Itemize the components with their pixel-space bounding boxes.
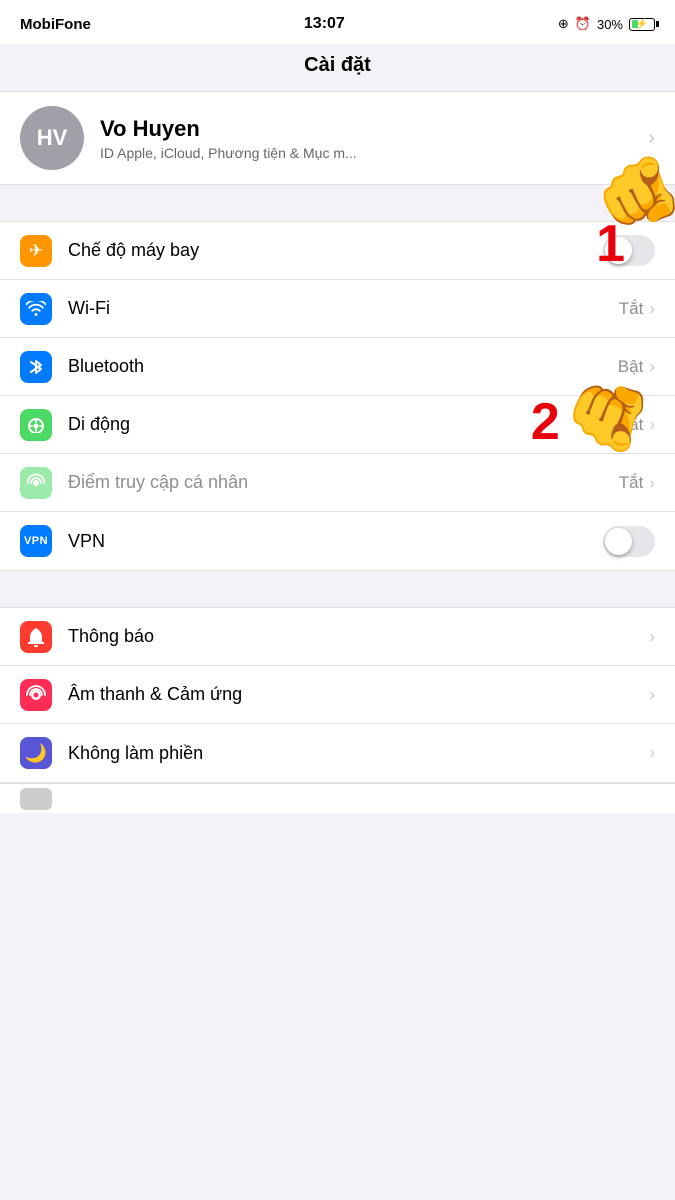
notifications-right: › (649, 627, 655, 647)
network-settings-group: ✈ Chế độ máy bay 🫵 1 (0, 221, 675, 571)
donotdisturb-right: › (649, 743, 655, 763)
cellular-chevron: › (649, 415, 655, 435)
wifi-icon (20, 293, 52, 325)
settings-item-vpn[interactable]: VPN VPN (0, 512, 675, 570)
moon-symbol: 🌙 (25, 743, 47, 764)
wifi-label: Wi-Fi (68, 298, 619, 319)
airplane-icon: ✈ (20, 235, 52, 267)
vpn-icon: VPN (20, 525, 52, 557)
profile-section[interactable]: HV Vo Huyen ID Apple, iCloud, Phương tiệ… (0, 92, 675, 185)
notifications-icon (20, 621, 52, 653)
vpn-right (603, 526, 655, 557)
hotspot-chevron: › (649, 473, 655, 493)
settings-item-hotspot[interactable]: Điểm truy cập cá nhân Tắt › (0, 454, 675, 512)
settings-item-wifi[interactable]: Wi-Fi Tắt › (0, 280, 675, 338)
page-title: Cài đặt (304, 54, 371, 76)
wifi-value: Tắt (619, 299, 644, 319)
vpn-text: VPN (24, 535, 48, 547)
settings-item-partial (0, 783, 675, 813)
donotdisturb-chevron: › (649, 743, 655, 763)
time-label: 13:07 (304, 15, 345, 33)
partial-icon (20, 788, 52, 810)
notifications-settings-group: Thông báo › Âm thanh & Cảm ứng › (0, 607, 675, 783)
airplane-toggle[interactable] (603, 235, 655, 266)
profile-subtitle: ID Apple, iCloud, Phương tiện & Mục m... (100, 145, 648, 161)
profile-info: Vo Huyen ID Apple, iCloud, Phương tiện &… (100, 116, 648, 161)
settings-item-sounds[interactable]: Âm thanh & Cảm ứng › (0, 666, 675, 724)
bluetooth-label: Bluetooth (68, 356, 618, 377)
avatar: HV (20, 106, 84, 170)
nav-bar: Cài đặt (0, 44, 675, 92)
hotspot-value: Tắt (619, 473, 644, 493)
airplane-label: Chế độ máy bay (68, 240, 603, 261)
cellular-value: Tắt (619, 415, 644, 435)
alarm-icon: ⏰ (575, 16, 591, 32)
settings-item-bluetooth[interactable]: Bluetooth Bật › (0, 338, 675, 396)
bluetooth-right: Bật › (618, 357, 655, 377)
wifi-chevron: › (649, 299, 655, 319)
notifications-chevron: › (649, 627, 655, 647)
cellular-right: Tắt › (619, 415, 655, 435)
sounds-chevron: › (649, 685, 655, 705)
sounds-right: › (649, 685, 655, 705)
location-icon: ⊕ (558, 16, 569, 32)
bluetooth-value: Bật (618, 357, 644, 377)
airplane-toggle-knob (605, 237, 632, 264)
battery-icon: ⚡ (629, 18, 655, 31)
donotdisturb-icon: 🌙 (20, 737, 52, 769)
section-spacer-2 (0, 571, 675, 607)
airplane-right (603, 235, 655, 266)
settings-item-notifications[interactable]: Thông báo › (0, 608, 675, 666)
status-right-icons: ⊕ ⏰ 30% ⚡ (558, 16, 655, 32)
settings-item-donotdisturb[interactable]: 🌙 Không làm phiền › (0, 724, 675, 782)
settings-item-cellular[interactable]: Di động Tắt › 2 🫵 (0, 396, 675, 454)
sounds-icon (20, 679, 52, 711)
hotspot-icon (20, 467, 52, 499)
cellular-label: Di động (68, 414, 619, 435)
notifications-label: Thông báo (68, 626, 649, 647)
battery-indicator: ⚡ (629, 18, 655, 31)
hotspot-right: Tắt › (619, 473, 655, 493)
cellular-icon (20, 409, 52, 441)
bluetooth-icon (20, 351, 52, 383)
profile-name: Vo Huyen (100, 116, 648, 142)
carrier-label: MobiFone (20, 16, 91, 33)
section-spacer-1 (0, 185, 675, 221)
vpn-toggle-knob (605, 528, 632, 555)
battery-percent: 30% (597, 17, 623, 32)
wifi-right: Tắt › (619, 299, 655, 319)
sounds-label: Âm thanh & Cảm ứng (68, 684, 649, 705)
profile-chevron: › (648, 127, 655, 150)
vpn-toggle[interactable] (603, 526, 655, 557)
hotspot-label: Điểm truy cập cá nhân (68, 472, 619, 493)
battery-charging-icon: ⚡ (636, 19, 648, 30)
page-wrapper: MobiFone 13:07 ⊕ ⏰ 30% ⚡ Cài đặt HV Vo H… (0, 0, 675, 813)
bluetooth-chevron: › (649, 357, 655, 377)
vpn-label: VPN (68, 531, 603, 552)
donotdisturb-label: Không làm phiền (68, 743, 649, 764)
status-bar: MobiFone 13:07 ⊕ ⏰ 30% ⚡ (0, 0, 675, 44)
settings-item-airplane[interactable]: ✈ Chế độ máy bay 🫵 1 (0, 222, 675, 280)
